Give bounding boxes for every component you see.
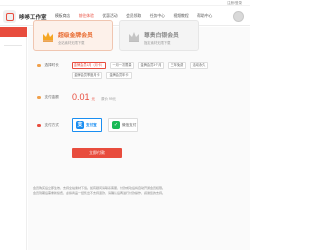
alipay-icon: 支: [76, 121, 84, 129]
silver-member-card[interactable]: 尊贵白银会员 指定素材无限下载: [119, 20, 199, 51]
payment-row-label: 支付方式: [37, 123, 59, 128]
main-content: [28, 27, 250, 250]
nav-item[interactable]: 会员领取: [126, 14, 141, 19]
notes: 会员购买后立即生效，支持全站素材下载。如有疑问请联系客服，付款成功后将自动开通会…: [33, 186, 217, 196]
avatar[interactable]: [233, 11, 244, 22]
bullet-icon: [37, 123, 41, 128]
sidebar: [0, 27, 27, 250]
silver-card-title: 尊贵白银会员: [144, 33, 179, 39]
pay-now-button[interactable]: 立即付款: [72, 148, 122, 158]
nav-item[interactable]: 模板商店: [55, 14, 70, 19]
wechat-label: 微信支付: [122, 122, 137, 127]
wechat-option[interactable]: ✓ 微信支付: [108, 118, 138, 132]
duration-option[interactable]: 金牌会员1月（月卡）: [72, 62, 106, 69]
wechat-icon: ✓: [112, 121, 120, 129]
duration-row-label: 选择时长: [37, 63, 59, 68]
nav-item[interactable]: 任务中心: [150, 14, 165, 19]
bullet-icon: [37, 95, 41, 100]
nav-item[interactable]: 帮助中心: [197, 14, 212, 19]
duration-option[interactable]: 三年免费: [168, 62, 186, 69]
gold-card-title: 超级金牌会员: [58, 33, 93, 39]
crown-icon: [43, 32, 53, 42]
price-value: 0.01: [72, 92, 90, 102]
alipay-option[interactable]: 支 支付宝: [72, 118, 102, 132]
nav-item[interactable]: 优惠活动: [102, 14, 117, 19]
nav-item[interactable]: 视频教程: [173, 14, 188, 19]
price-box: 0.01 元 原价 99元: [72, 92, 116, 102]
silver-card-subtitle: 指定素材无限下载: [144, 41, 171, 45]
price-row-label: 支付金额: [37, 95, 59, 100]
alipay-label: 支付宝: [86, 122, 97, 127]
duration-option[interactable]: 金牌会员季度月卡: [72, 72, 102, 79]
gold-card-subtitle: 全站素材无限下载: [58, 41, 85, 45]
duration-option[interactable]: 活动永久: [190, 62, 208, 69]
sidebar-divider: [4, 45, 22, 46]
price-label: 支付金额: [44, 95, 59, 99]
sidebar-item-active[interactable]: [0, 27, 27, 37]
duration-option[interactable]: 一月一次限量: [110, 62, 134, 69]
bullet-icon: [37, 63, 41, 68]
logo-icon[interactable]: [3, 10, 16, 23]
duration-option[interactable]: 金牌会员3个月: [138, 62, 164, 69]
crown-icon: [129, 32, 139, 42]
original-price: 原价 99元: [101, 97, 117, 101]
duration-option[interactable]: 金牌会员年卡: [106, 72, 132, 79]
duration-label: 选择时长: [44, 63, 59, 67]
payment-label: 支付方式: [44, 123, 59, 127]
note-line: 会员到期后需重新续费，虚拟商品一经售出不支持退款，请确认后再进行付款操作，感谢您…: [33, 191, 166, 195]
nav-item-active[interactable]: 前往体验: [79, 14, 94, 19]
price-unit: 元: [91, 97, 96, 101]
gold-member-card[interactable]: 超级金牌会员 全站素材无限下载: [33, 20, 113, 51]
